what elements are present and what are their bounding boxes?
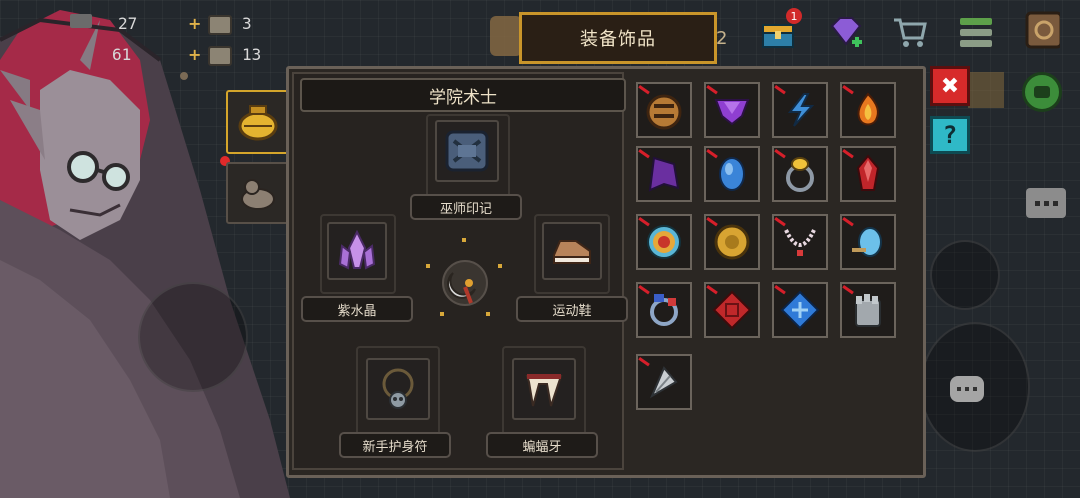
equipment-tab-title[interactable]: 装备饰品 <box>519 12 717 64</box>
bronze-coin-bag-icon <box>646 94 682 130</box>
character-portrait <box>0 10 290 498</box>
pearl-necklace-icon <box>784 229 816 256</box>
blue-lightning-icon <box>787 93 815 127</box>
sparkle <box>498 264 502 268</box>
inventory-item[interactable] <box>636 354 692 410</box>
hud-plus-1: + <box>188 14 202 33</box>
skill-button[interactable] <box>930 240 1000 310</box>
sparkle <box>440 312 444 316</box>
blue-egg-icon <box>852 227 882 257</box>
character-name-header: 学院术士 <box>300 78 626 112</box>
tab-pets[interactable] <box>226 162 290 224</box>
inventory-item[interactable] <box>704 214 760 270</box>
blue-ring-icon <box>650 294 678 326</box>
slot-sneakers[interactable] <box>542 222 602 280</box>
wizard-mark-icon <box>445 130 489 172</box>
hud-icon-top <box>70 14 92 28</box>
inventory-item[interactable] <box>772 214 828 270</box>
weapon-center[interactable] <box>430 248 500 318</box>
tab-accessories[interactable] <box>226 90 290 154</box>
help-button[interactable]: ? <box>930 116 970 154</box>
inventory-item[interactable] <box>636 214 692 270</box>
blue-rune-icon <box>780 290 820 330</box>
inventory-item[interactable] <box>772 282 828 338</box>
menu-list-icon[interactable] <box>958 14 994 50</box>
close-button[interactable]: ✖ <box>930 66 970 106</box>
silver-feather-icon <box>649 366 678 399</box>
hud-value-1: 27 <box>118 14 138 33</box>
iron-gauntlet-icon <box>855 294 881 327</box>
label-novice-amulet: 新手护身符 <box>339 432 451 458</box>
sparkle <box>462 238 466 242</box>
slot-bat-fang[interactable] <box>512 358 576 420</box>
inventory-item[interactable] <box>840 282 896 338</box>
amethyst-icon <box>338 230 376 270</box>
label-amethyst: 紫水晶 <box>301 296 413 322</box>
inventory-item[interactable] <box>704 282 760 338</box>
red-crystal-icon <box>856 154 880 191</box>
hud-dot <box>180 72 188 80</box>
movement-joystick[interactable] <box>138 282 248 392</box>
inventory-item[interactable] <box>704 146 760 202</box>
inventory-item[interactable] <box>840 146 896 202</box>
blue-sapphire-icon <box>719 157 745 191</box>
hud-value-2: 3 <box>242 14 252 33</box>
inventory-item[interactable] <box>704 82 760 138</box>
red-rune-icon <box>712 290 752 330</box>
sparkle <box>486 312 490 316</box>
fire-gem-icon <box>857 92 879 126</box>
inventory-item[interactable] <box>636 82 692 138</box>
slot-novice-amulet[interactable] <box>366 358 430 420</box>
label-sneakers: 运动鞋 <box>516 296 628 322</box>
hud-plus-2: + <box>188 45 202 64</box>
slot-wizard-mark[interactable] <box>435 120 499 182</box>
notification-badge: 1 <box>786 8 802 24</box>
accessory-inventory-grid <box>632 72 922 474</box>
inventory-item[interactable] <box>636 146 692 202</box>
sneaker-icon <box>553 240 591 264</box>
gem-plus-icon[interactable] <box>828 14 864 50</box>
inventory-item[interactable] <box>840 214 896 270</box>
crescent-staff-icon <box>442 260 488 306</box>
hud-value-3: 61 <box>112 45 132 64</box>
bat-fang-icon <box>525 374 563 407</box>
interact-chat-icon <box>950 376 984 402</box>
pet-icon[interactable] <box>490 16 522 56</box>
slot-amethyst[interactable] <box>327 222 387 280</box>
purple-cloak-icon <box>648 156 680 192</box>
hud-small-value: 2 <box>716 28 728 49</box>
inventory-item[interactable] <box>772 82 828 138</box>
bag-icon[interactable] <box>1024 11 1060 49</box>
amulet-icon <box>382 368 414 409</box>
label-bat-fang: 蝙蝠牙 <box>486 432 598 458</box>
gold-ring-icon <box>786 157 814 192</box>
inventory-item[interactable] <box>636 282 692 338</box>
inventory-item[interactable] <box>840 82 896 138</box>
purple-gem-icon <box>714 99 750 126</box>
fish-icon <box>208 46 232 66</box>
inventory-item[interactable] <box>772 146 828 202</box>
emote-icon[interactable] <box>1022 72 1062 112</box>
chat-icon[interactable] <box>1026 188 1066 218</box>
label-wizard-mark: 巫师印记 <box>410 194 522 220</box>
sparkle <box>426 264 430 268</box>
hud-value-4: 13 <box>242 45 262 64</box>
shopping-cart-icon[interactable] <box>892 14 928 50</box>
faded-item-icon <box>968 72 1004 108</box>
gold-medallion-icon <box>714 224 750 260</box>
target-medallion-icon <box>647 225 681 259</box>
material-icon <box>208 15 232 35</box>
